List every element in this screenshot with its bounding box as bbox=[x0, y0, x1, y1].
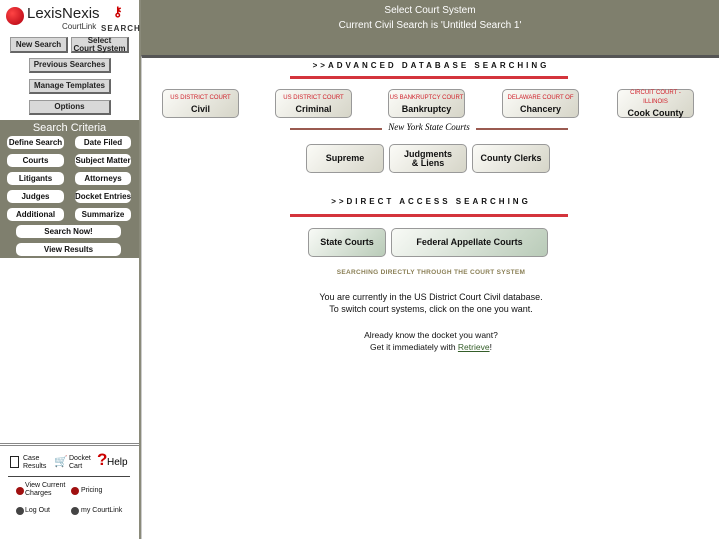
pricing-link[interactable]: Pricing bbox=[81, 487, 102, 495]
label: CIRCUIT COURT - ILLINOIS bbox=[630, 90, 681, 105]
label: Federal Appellate Courts bbox=[416, 237, 523, 247]
sidebar: LexisNexis CourtLink ⚷ SEARCH New Search… bbox=[0, 0, 141, 539]
label: Court System bbox=[73, 43, 126, 53]
label: Docket bbox=[69, 455, 91, 462]
direct-section-title: >>DIRECT ACCESS SEARCHING bbox=[331, 197, 531, 206]
my-courtlink-link[interactable]: my CourtLink bbox=[81, 507, 122, 515]
advanced-section-title: >>ADVANCED DATABASE SEARCHING bbox=[312, 61, 550, 70]
label: & Liens bbox=[411, 157, 445, 168]
divider bbox=[290, 214, 568, 217]
courts-button[interactable]: Courts bbox=[7, 154, 64, 167]
divider bbox=[290, 128, 382, 130]
judges-button[interactable]: Judges bbox=[7, 190, 64, 203]
court-civil-button[interactable]: US DISTRICT COURT Civil bbox=[162, 89, 239, 118]
previous-searches-button[interactable]: Previous Searches bbox=[29, 58, 111, 73]
select-court-system-button[interactable]: Select Court System bbox=[71, 36, 129, 53]
label: Supreme bbox=[325, 153, 365, 163]
state-courts-button[interactable]: State Courts bbox=[308, 228, 386, 257]
info-line-2: To switch court systems, click on the on… bbox=[329, 304, 533, 314]
federal-appellate-courts-button[interactable]: Federal Appellate Courts bbox=[391, 228, 548, 257]
summarize-button[interactable]: Summarize bbox=[75, 208, 131, 221]
options-button[interactable]: Options bbox=[29, 100, 111, 115]
sidebar-bottom: Case Results 🛒 Docket Cart ? Help View Cur… bbox=[0, 443, 139, 539]
label: Case bbox=[23, 455, 40, 462]
document-icon bbox=[10, 456, 19, 468]
search-label: SEARCH bbox=[101, 24, 141, 33]
label: Charges bbox=[25, 490, 52, 497]
mycourtlink-bullet-icon bbox=[71, 507, 79, 515]
log-out-link[interactable]: Log Out bbox=[25, 507, 50, 515]
page-header: Select Court System Current Civil Search… bbox=[141, 0, 719, 55]
court-cook-county-button[interactable]: CIRCUIT COURT - ILLINOIS Cook County bbox=[617, 89, 694, 118]
pricing-bullet-icon bbox=[71, 487, 79, 495]
additional-button[interactable]: Additional bbox=[7, 208, 64, 221]
label: US DISTRICT COURT bbox=[170, 94, 231, 101]
litigants-button[interactable]: Litigants bbox=[7, 172, 64, 185]
label: Results bbox=[23, 463, 47, 470]
date-filed-button[interactable]: Date Filed bbox=[75, 136, 131, 149]
label: Civil bbox=[190, 103, 210, 114]
label: DELAWARE COURT OF bbox=[507, 94, 574, 101]
court-chancery-button[interactable]: DELAWARE COURT OF Chancery bbox=[502, 89, 579, 118]
ny-county-clerks-button[interactable]: County Clerks bbox=[472, 144, 550, 173]
search-now-button[interactable]: Search Now! bbox=[16, 225, 121, 238]
label: Chancery bbox=[519, 103, 562, 114]
cart-icon: 🛒 bbox=[54, 456, 68, 468]
view-current-charges-link[interactable]: View Current Charges bbox=[25, 482, 65, 498]
label: US BANKRUPTCY COURT bbox=[389, 94, 464, 101]
retrieve-link[interactable]: Retrieve bbox=[458, 342, 490, 352]
docket-cart-link[interactable]: Docket Cart bbox=[69, 455, 91, 471]
help-link[interactable]: Help bbox=[107, 457, 128, 468]
lexisnexis-logo-icon bbox=[6, 7, 24, 25]
charges-bullet-icon bbox=[16, 487, 24, 495]
search-criteria-panel: Search Criteria Define Search Date Filed… bbox=[0, 120, 139, 258]
direct-subtitle: SEARCHING DIRECTLY THROUGH THE COURT SYS… bbox=[336, 269, 526, 276]
page-title: Select Court System bbox=[384, 5, 476, 16]
search-criteria-title: Search Criteria bbox=[32, 122, 107, 134]
attorneys-button[interactable]: Attorneys bbox=[75, 172, 131, 185]
main-content: >>ADVANCED DATABASE SEARCHING US DISTRIC… bbox=[141, 55, 719, 539]
logo-sub: CourtLink bbox=[62, 22, 97, 31]
help-icon: ? bbox=[97, 450, 108, 469]
label: ! bbox=[489, 342, 492, 352]
label: Bankruptcy bbox=[401, 103, 452, 114]
ny-section-title: New York State Courts bbox=[388, 122, 470, 132]
divider bbox=[8, 476, 130, 477]
key-icon: ⚷ bbox=[113, 4, 123, 19]
ny-supreme-button[interactable]: Supreme bbox=[306, 144, 384, 173]
divider bbox=[290, 76, 568, 79]
label: US DISTRICT COURT bbox=[283, 94, 344, 101]
logo-brand: LexisNexis bbox=[27, 5, 100, 22]
view-results-button[interactable]: View Results bbox=[16, 243, 121, 256]
divider bbox=[476, 128, 568, 130]
define-search-button[interactable]: Define Search bbox=[7, 136, 64, 149]
ny-judgments-liens-button[interactable]: Judgments & Liens bbox=[389, 144, 467, 173]
know-line-2: Get it immediately with Retrieve! bbox=[142, 341, 719, 353]
label: View Current bbox=[25, 482, 66, 489]
court-criminal-button[interactable]: US DISTRICT COURT Criminal bbox=[275, 89, 352, 118]
manage-templates-button[interactable]: Manage Templates bbox=[29, 79, 111, 94]
current-search: Current Civil Search is 'Untitled Search… bbox=[338, 20, 522, 31]
know-line-1: Already know the docket you want? bbox=[364, 330, 498, 340]
label: Cart bbox=[69, 463, 83, 470]
docket-entries-button[interactable]: Docket Entries bbox=[75, 190, 131, 203]
info-line-1: You are currently in the US District Cou… bbox=[319, 292, 543, 302]
logout-bullet-icon bbox=[16, 507, 24, 515]
label: County Clerks bbox=[480, 153, 542, 163]
new-search-button[interactable]: New Search bbox=[10, 37, 68, 53]
label: State Courts bbox=[320, 237, 374, 247]
subject-matter-button[interactable]: Subject Matter bbox=[75, 154, 131, 167]
label: Cook County bbox=[627, 108, 684, 118]
label: Criminal bbox=[295, 103, 332, 114]
court-bankruptcy-button[interactable]: US BANKRUPTCY COURT Bankruptcy bbox=[388, 89, 465, 118]
case-results-link[interactable]: Case Results bbox=[23, 455, 46, 471]
label: Get it immediately with bbox=[370, 342, 458, 352]
